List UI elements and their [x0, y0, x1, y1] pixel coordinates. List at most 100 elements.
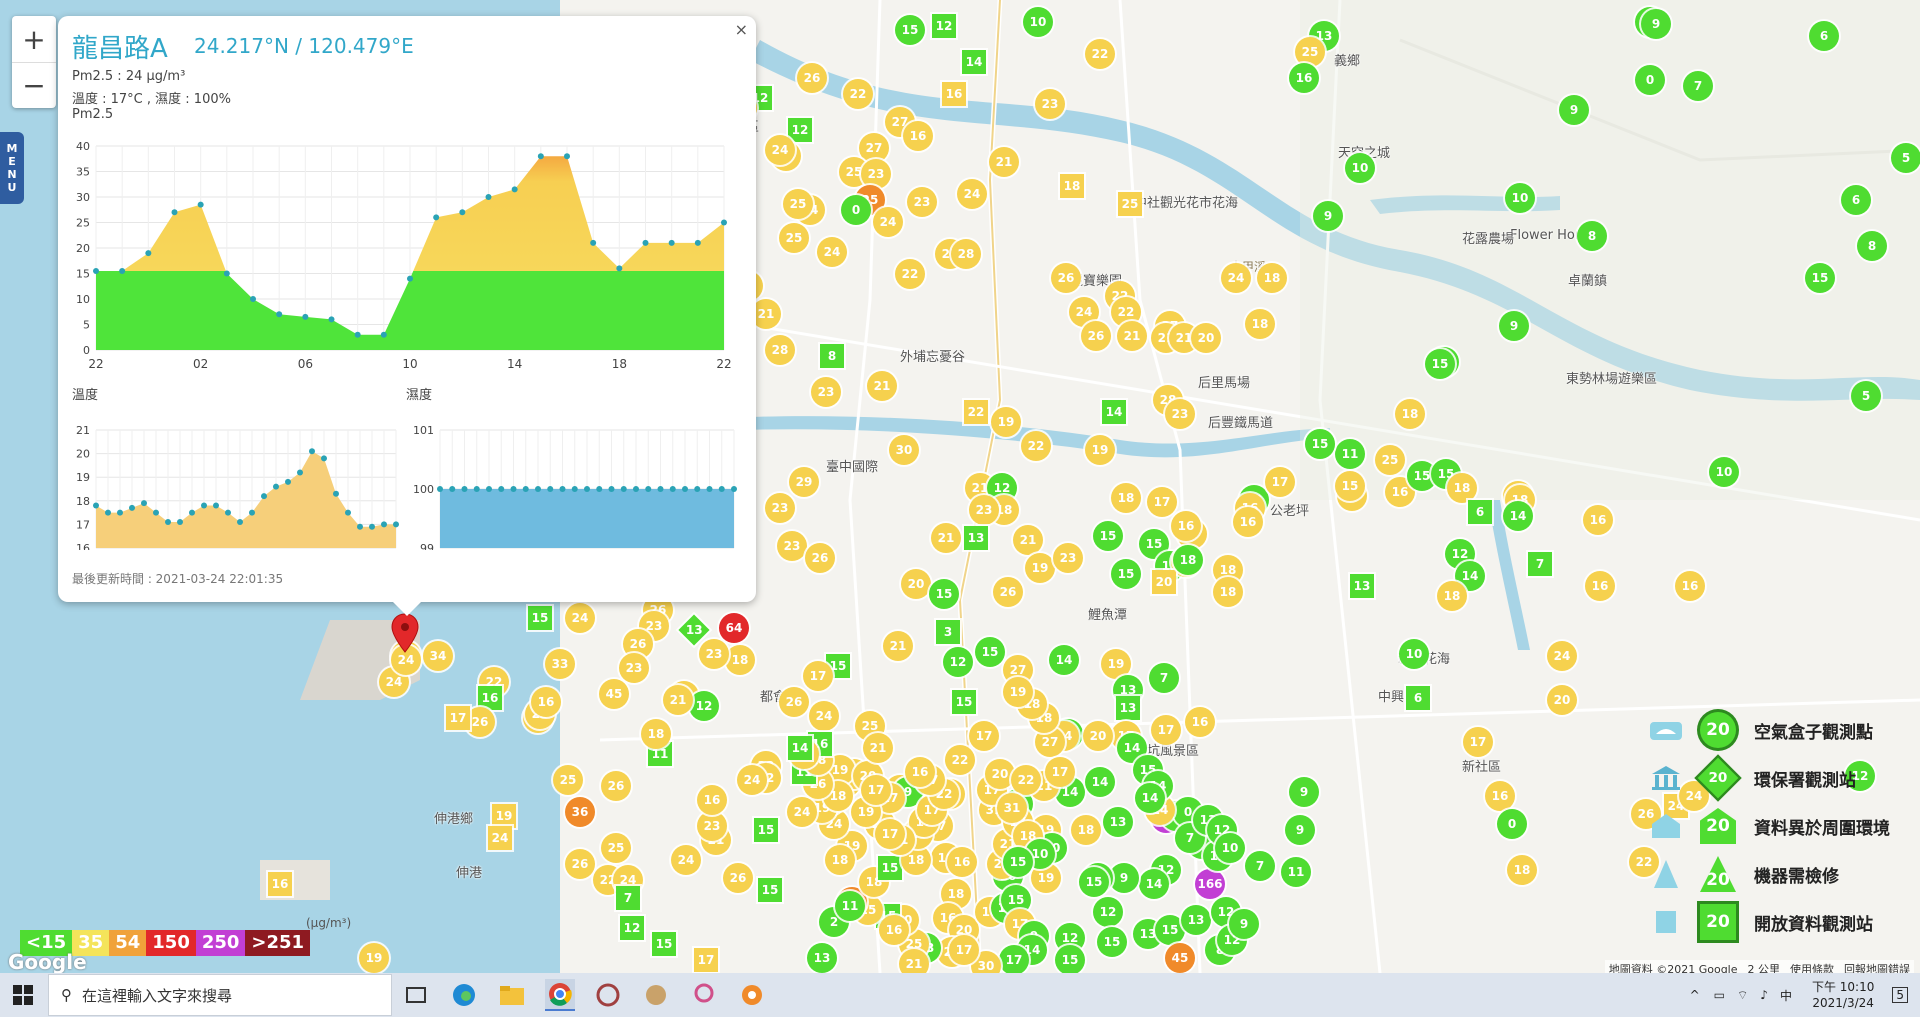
- app-icon[interactable]: [641, 980, 671, 1010]
- station-marker[interactable]: 26: [797, 63, 827, 93]
- station-marker[interactable]: 6: [1406, 686, 1430, 710]
- station-marker[interactable]: 0: [841, 195, 871, 225]
- station-marker[interactable]: 6: [1841, 185, 1871, 215]
- station-marker[interactable]: 10: [1215, 833, 1245, 863]
- station-marker[interactable]: 15: [1305, 429, 1335, 459]
- chrome-icon[interactable]: [545, 979, 575, 1011]
- station-marker[interactable]: 10: [1399, 639, 1429, 669]
- station-marker[interactable]: 15: [1097, 927, 1127, 957]
- wifi-icon[interactable]: ⌔: [1737, 988, 1748, 1003]
- station-marker[interactable]: 14: [1049, 645, 1079, 675]
- station-marker[interactable]: 20: [901, 569, 931, 599]
- station-marker[interactable]: 17: [446, 706, 470, 730]
- station-marker[interactable]: 14: [1085, 767, 1115, 797]
- station-marker[interactable]: 15: [1093, 521, 1123, 551]
- station-marker[interactable]: 17: [1045, 757, 1075, 787]
- station-marker[interactable]: 23: [697, 811, 727, 841]
- station-marker[interactable]: 23: [699, 639, 729, 669]
- station-marker[interactable]: 19: [492, 804, 516, 828]
- station-marker[interactable]: 25: [783, 189, 813, 219]
- station-marker[interactable]: 16: [942, 82, 966, 106]
- station-marker[interactable]: 22: [1011, 765, 1041, 795]
- station-marker[interactable]: 17: [803, 661, 833, 691]
- station-marker[interactable]: 25: [779, 223, 809, 253]
- station-marker[interactable]: 26: [723, 863, 753, 893]
- station-marker[interactable]: 7: [1528, 552, 1552, 576]
- menu-tab[interactable]: M E N U: [0, 132, 24, 204]
- station-marker[interactable]: 18: [1213, 577, 1243, 607]
- station-marker[interactable]: 18: [1395, 399, 1425, 429]
- station-marker[interactable]: 15: [878, 856, 902, 880]
- station-marker[interactable]: 26: [805, 543, 835, 573]
- station-marker[interactable]: 22: [964, 400, 988, 424]
- close-icon[interactable]: ×: [735, 20, 748, 39]
- station-marker[interactable]: 8: [1577, 221, 1607, 251]
- map[interactable]: 大甲溪天空之城卓蘭鎮Flower Home花露農場東勢林場遊樂區新社花海新社區大…: [0, 0, 1920, 973]
- station-marker[interactable]: 15: [975, 637, 1005, 667]
- clock[interactable]: 下午 10:10 2021/3/24: [1812, 979, 1874, 1011]
- station-marker[interactable]: 19: [991, 407, 1021, 437]
- station-marker[interactable]: 9: [1109, 863, 1139, 893]
- station-marker[interactable]: 16: [697, 785, 727, 815]
- station-marker[interactable]: 23: [1035, 89, 1065, 119]
- station-marker[interactable]: 21: [899, 949, 929, 973]
- station-marker[interactable]: 10: [1023, 7, 1053, 37]
- station-marker[interactable]: 6: [1468, 500, 1492, 524]
- station-marker[interactable]: 23: [1053, 543, 1083, 573]
- station-marker[interactable]: 45: [599, 679, 629, 709]
- station-marker[interactable]: 24: [765, 135, 795, 165]
- station-marker[interactable]: 21: [883, 631, 913, 661]
- station-marker[interactable]: 15: [1003, 847, 1033, 877]
- station-marker[interactable]: 15: [652, 932, 676, 956]
- station-marker[interactable]: 10: [1345, 153, 1375, 183]
- station-marker[interactable]: 9: [1499, 311, 1529, 341]
- zoom-in-button[interactable]: +: [12, 16, 56, 62]
- station-marker[interactable]: 14: [1135, 783, 1165, 813]
- station-marker[interactable]: 19: [1085, 435, 1115, 465]
- station-marker[interactable]: 15: [952, 690, 976, 714]
- station-marker[interactable]: 18: [1257, 263, 1287, 293]
- station-marker[interactable]: 24: [809, 701, 839, 731]
- station-marker[interactable]: 6: [1809, 21, 1839, 51]
- station-marker[interactable]: 16: [947, 847, 977, 877]
- station-marker[interactable]: 19: [359, 943, 389, 973]
- station-marker[interactable]: 166: [1195, 869, 1225, 899]
- station-marker[interactable]: 19: [1025, 553, 1055, 583]
- station-marker[interactable]: 11: [835, 891, 865, 921]
- station-marker[interactable]: 25: [601, 833, 631, 863]
- station-marker[interactable]: 21: [1013, 525, 1043, 555]
- station-marker[interactable]: 18: [825, 845, 855, 875]
- station-marker[interactable]: 36: [565, 797, 595, 827]
- station-marker[interactable]: 24: [737, 765, 767, 795]
- station-marker[interactable]: 19: [1003, 677, 1033, 707]
- station-marker[interactable]: 12: [1093, 897, 1123, 927]
- station-marker[interactable]: 17: [949, 935, 979, 965]
- task-view-icon[interactable]: [401, 980, 431, 1010]
- station-marker[interactable]: 16: [879, 915, 909, 945]
- station-marker[interactable]: 8: [1857, 231, 1887, 261]
- edge-icon[interactable]: [449, 980, 479, 1010]
- app-icon[interactable]: [689, 980, 719, 1010]
- station-marker[interactable]: 17: [694, 948, 718, 972]
- station-marker[interactable]: 15: [895, 15, 925, 45]
- station-marker[interactable]: 13: [1103, 807, 1133, 837]
- station-marker[interactable]: 28: [765, 335, 795, 365]
- station-marker[interactable]: 21: [863, 733, 893, 763]
- station-marker[interactable]: 14: [962, 50, 986, 74]
- station-marker[interactable]: 24: [787, 797, 817, 827]
- station-marker[interactable]: 20: [1152, 570, 1176, 594]
- station-marker[interactable]: 14: [1503, 501, 1533, 531]
- station-marker[interactable]: 31: [997, 793, 1027, 823]
- station-marker[interactable]: 18: [1060, 174, 1084, 198]
- station-marker[interactable]: 17: [1151, 715, 1181, 745]
- file-explorer-icon[interactable]: [497, 980, 527, 1010]
- station-marker[interactable]: 29: [789, 467, 819, 497]
- station-marker[interactable]: 24: [671, 845, 701, 875]
- station-marker[interactable]: 23: [969, 495, 999, 525]
- ime-indicator[interactable]: 中: [1780, 987, 1792, 1004]
- station-marker[interactable]: 24: [817, 237, 847, 267]
- station-marker[interactable]: 23: [907, 187, 937, 217]
- station-marker[interactable]: 23: [1165, 399, 1195, 429]
- station-marker[interactable]: 16: [1585, 571, 1615, 601]
- station-marker[interactable]: 18: [1447, 473, 1477, 503]
